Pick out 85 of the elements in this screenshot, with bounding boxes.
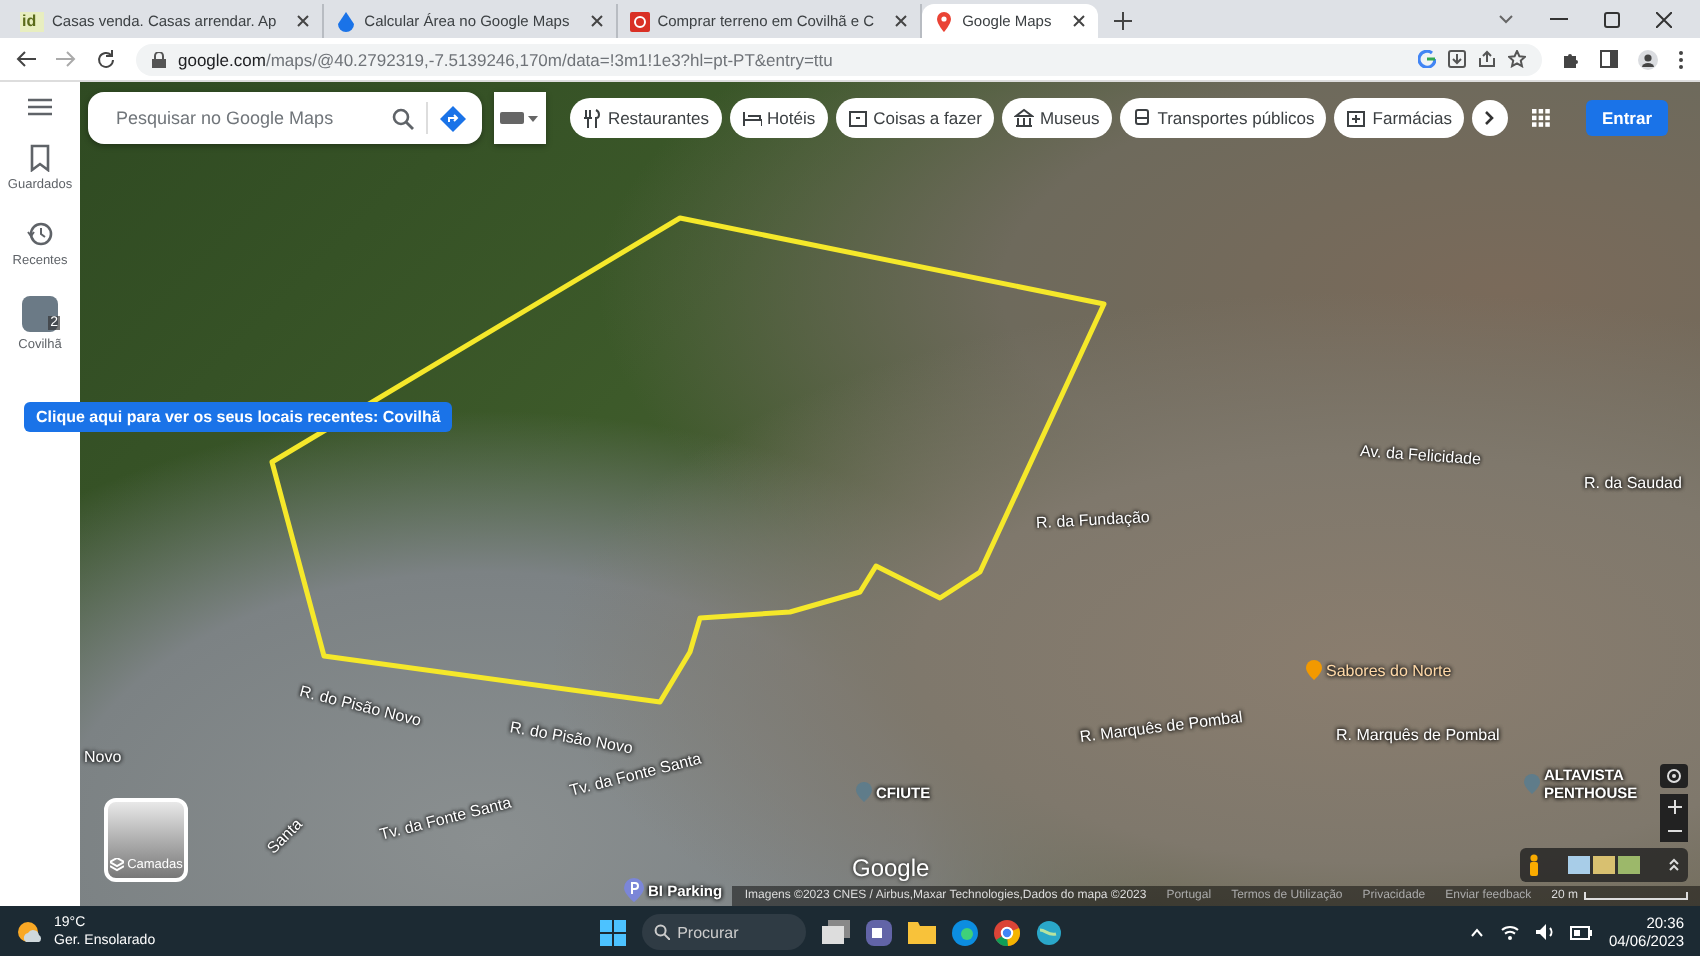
battery-icon[interactable] <box>1570 925 1593 939</box>
favicon-text: id <box>20 11 44 31</box>
share-icon[interactable] <box>1478 50 1496 68</box>
edge-browser-icon[interactable] <box>951 919 978 945</box>
parking-pin-icon <box>624 878 644 902</box>
globe-icon[interactable] <box>1035 919 1062 945</box>
street-label: R. do Pisão Novo <box>297 682 423 730</box>
museum-icon <box>1013 108 1034 128</box>
street-label: R. da Saudad <box>1584 474 1682 492</box>
close-icon[interactable] <box>296 14 311 28</box>
chevron-up-icon[interactable] <box>1470 927 1485 937</box>
restaurant-pin-icon <box>1306 660 1322 680</box>
chevron-right-icon <box>1484 110 1495 126</box>
expand-icon[interactable] <box>1668 858 1680 872</box>
search-field[interactable]: Pesquisar no Google Maps <box>112 106 380 130</box>
menu-icon[interactable] <box>28 98 52 116</box>
history-icon <box>26 220 54 248</box>
category-chip[interactable]: Farmácias <box>1334 98 1464 138</box>
minus-icon <box>1667 829 1681 831</box>
street-label: Tv. da Fonte Santa <box>377 793 514 844</box>
back-arrow-icon[interactable] <box>16 50 36 68</box>
close-icon[interactable] <box>1071 14 1086 28</box>
star-icon[interactable] <box>1508 50 1526 68</box>
street-label: R. Marquês de Pombal <box>1336 726 1500 744</box>
install-icon[interactable] <box>1448 50 1466 68</box>
cutlery-icon <box>581 108 602 128</box>
task-view-icon[interactable] <box>821 920 850 944</box>
speaker-icon[interactable] <box>1536 924 1555 940</box>
pegman-icon[interactable] <box>1528 854 1540 876</box>
imagery-thumbnails[interactable] <box>1568 856 1640 874</box>
place-pin-icon <box>856 782 872 802</box>
new-tab-icon[interactable] <box>1113 12 1132 30</box>
recent-places-tooltip[interactable]: Clique aqui para ver os seus locais recentes: Covilhã <box>24 402 453 432</box>
chrome-browser-icon[interactable] <box>993 919 1020 945</box>
apps-grid-icon[interactable] <box>1531 108 1550 128</box>
cross-icon <box>1346 108 1367 128</box>
map-place-label: Sabores do Norte <box>1326 661 1452 679</box>
my-location-button[interactable] <box>1660 764 1688 788</box>
category-chip[interactable]: Transportes públicos <box>1119 98 1327 138</box>
close-icon[interactable] <box>589 14 604 28</box>
taskbar-search-field[interactable]: Procurar <box>641 914 806 950</box>
crosshair-icon <box>1666 768 1682 784</box>
street-label: R. da Fundação <box>1035 508 1151 532</box>
close-icon[interactable] <box>1656 11 1672 27</box>
lock-icon <box>152 51 166 67</box>
zoom-in-button[interactable] <box>1660 794 1688 818</box>
maximize-icon[interactable] <box>1604 11 1620 27</box>
bed-icon <box>741 108 761 128</box>
place-pin-icon <box>1524 774 1540 794</box>
street-label: R. Marquês de Pombal <box>1078 708 1244 746</box>
reload-icon[interactable] <box>96 49 116 69</box>
wifi-icon[interactable] <box>1500 924 1521 940</box>
address-bar[interactable]: google.com/maps/@40.2792319,-7.5139246,170m/data=!3m1!1e3?hl=pt-PT&entry=ttu <box>136 43 1542 75</box>
sign-in-button[interactable]: Entrar <box>1585 100 1669 136</box>
map-logo: Google <box>852 854 930 882</box>
puzzle-icon[interactable] <box>1562 50 1580 68</box>
category-chip[interactable]: Coisas a fazer <box>835 98 994 138</box>
caret-icon <box>528 115 539 121</box>
chevron-down-icon[interactable] <box>1498 14 1514 24</box>
layers-icon <box>109 858 124 872</box>
profile-icon[interactable] <box>1638 49 1658 69</box>
start-icon[interactable] <box>599 919 626 945</box>
street-label: R. do Pisão Novo <box>508 718 635 758</box>
menu-dots-icon[interactable] <box>1678 49 1684 69</box>
category-chip[interactable]: Restaurantes <box>569 98 721 138</box>
square-favicon-icon <box>629 11 650 31</box>
google-g-icon[interactable] <box>1418 50 1436 68</box>
street-label: Novo <box>84 748 122 766</box>
keyboard-toggle[interactable] <box>493 92 546 144</box>
directions-icon[interactable] <box>439 105 466 131</box>
plus-icon <box>1667 799 1681 813</box>
bookmark-icon <box>27 144 52 172</box>
scale-bar <box>1584 892 1688 900</box>
drop-favicon-icon <box>336 11 357 31</box>
search-icon <box>653 924 670 940</box>
category-chip[interactable]: Hotéis <box>729 98 828 138</box>
street-label: Av. da Felicidade <box>1359 442 1482 469</box>
close-icon[interactable] <box>894 14 909 28</box>
map-pin-favicon-icon <box>934 11 955 31</box>
search-bar[interactable]: Pesquisar no Google Maps <box>88 92 482 144</box>
search-icon[interactable] <box>391 107 414 129</box>
side-panel-icon[interactable] <box>1600 50 1618 68</box>
sun-cloud-icon <box>16 920 44 944</box>
category-chip[interactable]: Museus <box>1001 98 1112 138</box>
folder-icon[interactable] <box>907 920 936 944</box>
